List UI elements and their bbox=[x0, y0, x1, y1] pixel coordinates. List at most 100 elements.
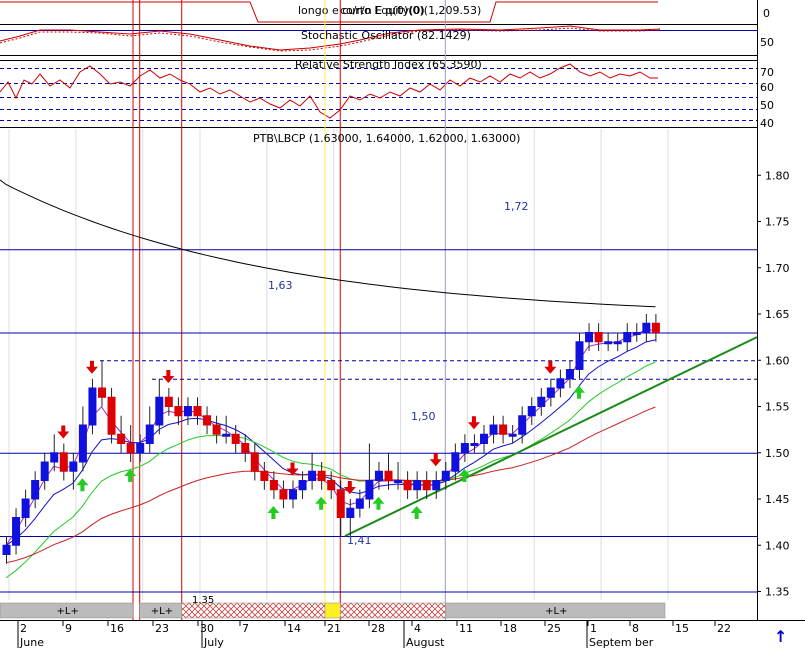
ema-mid-line bbox=[5, 339, 656, 546]
buy-arrow-icon bbox=[76, 478, 89, 492]
candle-body bbox=[231, 433, 240, 444]
price-panel: 1,721,631,501,41 1.801.751.701.651.601.5… bbox=[0, 0, 790, 620]
candle-body bbox=[298, 480, 307, 491]
candle-body bbox=[565, 369, 574, 380]
candle-body bbox=[604, 341, 613, 345]
candle-body bbox=[394, 480, 403, 483]
buy-arrow-icon bbox=[267, 506, 280, 519]
signal-arrows bbox=[57, 360, 585, 519]
candle-body bbox=[432, 480, 441, 491]
rsi-panel: Relative Strength Index (65.3590) 70 60 … bbox=[0, 58, 774, 130]
candle-body bbox=[21, 498, 30, 518]
price-tick-label: 1.35 bbox=[765, 586, 790, 599]
candle-body bbox=[355, 498, 364, 509]
candle-body bbox=[250, 452, 259, 472]
candle-body bbox=[145, 424, 154, 444]
candle-body bbox=[279, 489, 288, 500]
date-tick-label: 28 bbox=[371, 622, 385, 635]
candle-body bbox=[489, 424, 498, 435]
level-label-1: 1,63 bbox=[268, 279, 293, 292]
buy-arrow-icon bbox=[410, 506, 423, 519]
candle-body bbox=[460, 443, 469, 454]
candle-body bbox=[50, 452, 59, 463]
price-axis: 1.80 1.75 1.70 1.65 1.60 1.55 1.50 1.45 1.40 1.35 bbox=[757, 169, 790, 599]
sell-arrow-icon bbox=[85, 360, 98, 374]
candle-body bbox=[365, 480, 374, 500]
band-label: +L+ bbox=[545, 606, 567, 617]
rsi-tick-70: 70 bbox=[760, 66, 774, 79]
stochastic-panel: Stochastic Oscillator (82.1429) 50 bbox=[0, 25, 774, 52]
candle-body bbox=[212, 424, 221, 435]
sell-arrow-icon bbox=[57, 425, 70, 439]
candle-body bbox=[546, 387, 555, 398]
candle-body bbox=[260, 470, 269, 481]
equity-title-overlay: co/r/n E q(0)(0)(1,209.53) bbox=[340, 4, 481, 17]
band-segment bbox=[340, 602, 446, 619]
sell-arrow-icon bbox=[544, 360, 557, 374]
date-tick-label: 22 bbox=[717, 622, 731, 635]
level-label-4: 1,50 bbox=[411, 410, 436, 423]
candle-body bbox=[499, 424, 508, 435]
date-tick-label: 25 bbox=[547, 622, 561, 635]
long-average-line bbox=[0, 179, 656, 308]
candle-body bbox=[527, 406, 536, 417]
candle-body bbox=[98, 387, 106, 398]
candle-body bbox=[12, 517, 21, 546]
band-partial-label: 1.35 bbox=[192, 595, 214, 606]
rsi-tick-60: 60 bbox=[760, 81, 774, 94]
candle-body bbox=[556, 378, 565, 389]
candle-body bbox=[518, 415, 527, 435]
price-tick-label: 1.60 bbox=[765, 354, 790, 367]
trading-chart: longo e curto Equity(0) co/r/n E q(0)(0)… bbox=[0, 0, 805, 648]
price-tick-label: 1.55 bbox=[765, 401, 790, 414]
rsi-tick-50: 50 bbox=[760, 99, 774, 112]
equity-panel: longo e curto Equity(0) co/r/n E q(0)(0)… bbox=[0, 1, 770, 23]
candle-body bbox=[69, 461, 78, 472]
candle-body bbox=[451, 452, 460, 472]
candle-body bbox=[575, 341, 584, 370]
date-tick-label: 4 bbox=[414, 622, 421, 635]
band-segment bbox=[324, 602, 341, 619]
candle-body bbox=[222, 433, 231, 437]
candle-body bbox=[40, 461, 49, 481]
date-tick-label: 9 bbox=[65, 622, 72, 635]
date-tick-label: 2 bbox=[20, 622, 27, 635]
candle-body bbox=[241, 443, 250, 454]
date-tick-label: 14 bbox=[287, 622, 301, 635]
price-tick-label: 1.45 bbox=[765, 493, 790, 506]
candle-body bbox=[155, 396, 164, 426]
candle-body bbox=[413, 480, 422, 491]
candle-body bbox=[317, 470, 326, 481]
candle-body bbox=[403, 480, 412, 491]
candle-body bbox=[174, 406, 183, 417]
rsi-title: Relative Strength Index (65.3590) bbox=[295, 58, 482, 71]
equity-tick: 0 bbox=[763, 7, 770, 20]
buy-arrow-icon bbox=[573, 385, 585, 399]
position-band: +L+ +L+ +L+ 1.35 bbox=[0, 595, 666, 619]
date-tick-label: 7 bbox=[242, 622, 249, 635]
price-tick-label: 1.70 bbox=[765, 262, 790, 275]
band-label: +L+ bbox=[57, 606, 79, 617]
sell-arrow-icon bbox=[429, 453, 442, 467]
price-tick-label: 1.80 bbox=[765, 169, 790, 182]
level-label-0: 1,72 bbox=[504, 200, 529, 213]
candle-body bbox=[59, 452, 68, 472]
candlesticks bbox=[2, 314, 660, 564]
date-tick-label: 8 bbox=[632, 622, 639, 635]
month-label: August bbox=[406, 636, 445, 648]
month-label: Septem ber bbox=[589, 636, 654, 648]
sell-arrow-icon bbox=[467, 416, 480, 430]
candle-body bbox=[164, 396, 173, 407]
scroll-up-icon[interactable]: ↑ bbox=[774, 627, 787, 646]
buy-arrow-icon bbox=[372, 496, 385, 510]
candle-body bbox=[327, 480, 336, 491]
candle-body bbox=[126, 443, 135, 454]
candle-body bbox=[422, 480, 431, 491]
candle-body bbox=[336, 489, 345, 518]
candle-body bbox=[537, 396, 546, 407]
band-label: +L+ bbox=[151, 606, 173, 617]
rsi-tick-40: 40 bbox=[760, 117, 774, 130]
candle-body bbox=[107, 396, 116, 435]
candle-body bbox=[183, 406, 192, 417]
candle-body bbox=[642, 322, 651, 333]
